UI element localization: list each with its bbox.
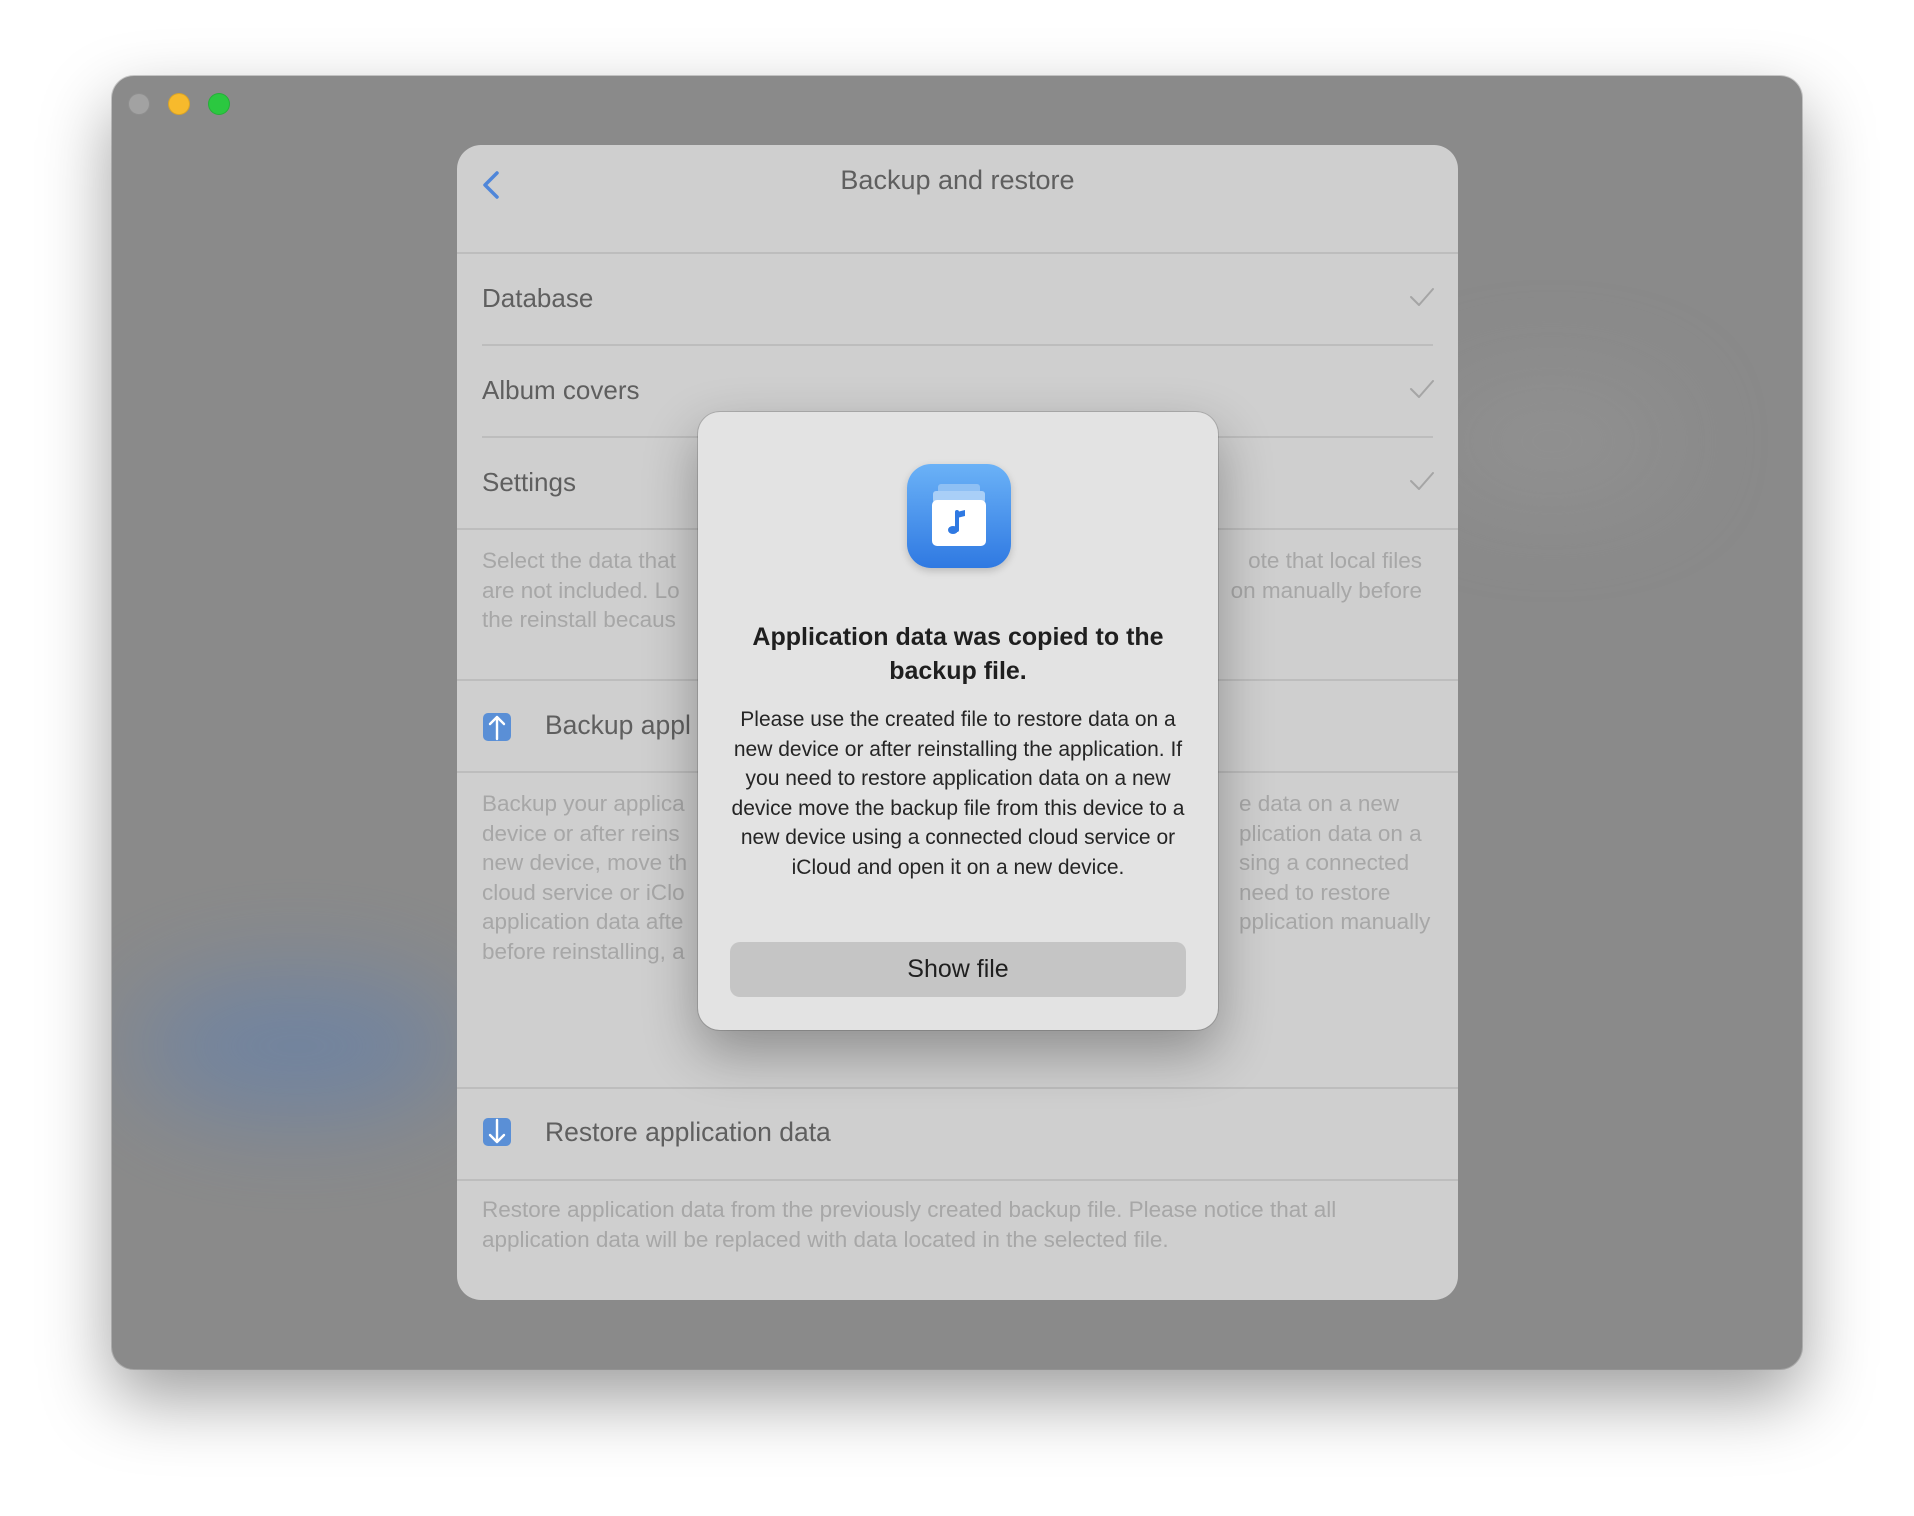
selection-note-right: ote that local files on manually before (1217, 546, 1422, 605)
text-line: before reinstalling, a (482, 938, 685, 964)
backup-description-right: e data on a new plication data on a sing… (1217, 789, 1432, 937)
upload-arrow-icon (483, 713, 511, 741)
text-line: ote that local files (1248, 548, 1422, 573)
restore-description: Restore application data from the previo… (482, 1197, 1337, 1252)
window-minimize-button[interactable] (168, 93, 190, 115)
dialog-message: Please use the created file to restore d… (731, 708, 1185, 879)
text-line: on manually before (1230, 577, 1422, 603)
text-line: plication data on a (1239, 820, 1422, 846)
text-line: device or after reins (482, 820, 680, 846)
background-glow (1432, 386, 1672, 496)
option-row-database[interactable]: Database (457, 254, 1458, 344)
option-label: Settings (482, 467, 576, 497)
background-glow (132, 976, 462, 1116)
show-file-button[interactable]: Show file (730, 942, 1186, 997)
music-file-app-icon (907, 464, 1011, 568)
section-title: Restore application data (545, 1117, 831, 1147)
text-line: cloud service or iClo (482, 879, 685, 905)
divider (457, 1179, 1458, 1181)
text-line: Select the data that (482, 548, 676, 573)
restore-section-header[interactable]: Restore application data (457, 1089, 1458, 1179)
download-arrow-icon (483, 1118, 511, 1146)
text-line: e data on a new (1239, 791, 1400, 816)
text-line: Backup your applica (482, 791, 685, 816)
checkmark-icon (1410, 288, 1434, 306)
page-title: Backup and restore (840, 165, 1075, 195)
text-line: the reinstall becaus (482, 607, 676, 632)
selection-note-left: Select the data that are not included. L… (482, 546, 702, 635)
text-line: sing a connected (1239, 850, 1410, 875)
text-line: pplication manually (1239, 909, 1431, 934)
checkmark-icon (1410, 472, 1434, 490)
window-close-button[interactable] (128, 93, 150, 115)
backup-complete-dialog: Application data was copied to the backu… (698, 412, 1218, 1030)
text-line: new device, move th (482, 850, 688, 875)
option-label: Album covers (482, 375, 640, 405)
text-line: application data afte (482, 909, 684, 934)
option-label: Database (482, 283, 594, 313)
checkmark-icon (1410, 380, 1434, 398)
section-title: Backup appl (545, 710, 691, 740)
document-music-icon (932, 484, 986, 546)
backup-description-left: Backup your applica device or after rein… (482, 789, 702, 966)
text-line: are not included. Lo (482, 577, 680, 603)
window-zoom-button[interactable] (208, 93, 230, 115)
dialog-title: Application data was copied to the backu… (752, 623, 1164, 685)
text-line: need to restore (1239, 879, 1391, 905)
